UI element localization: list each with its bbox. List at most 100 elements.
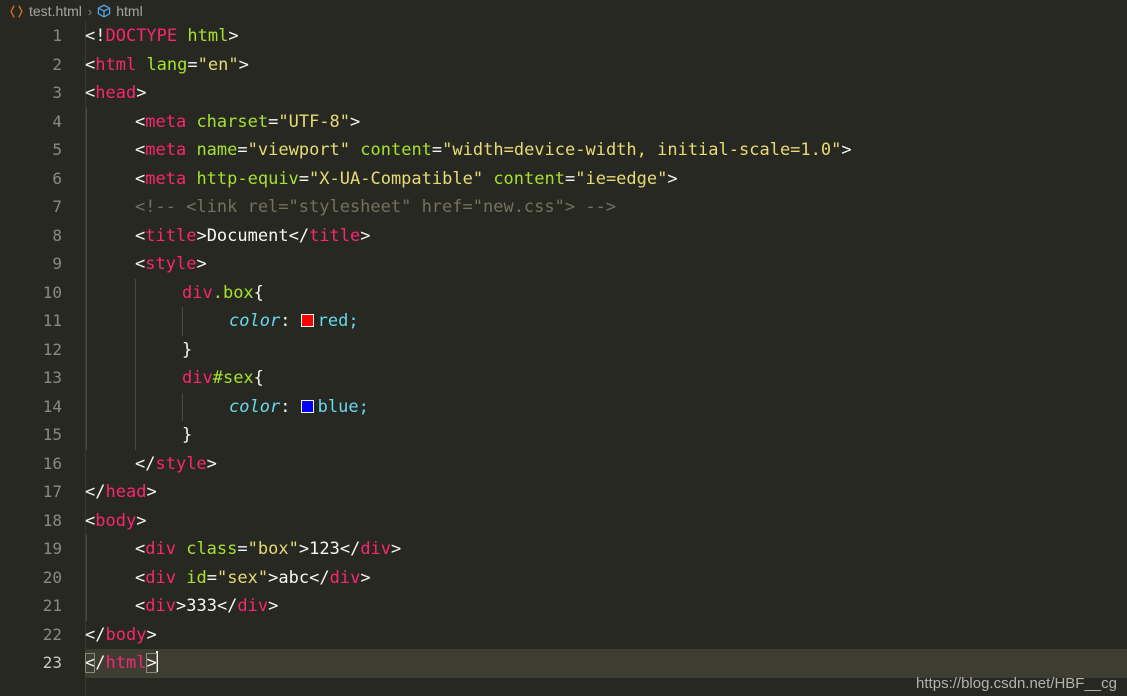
line-number: 17 <box>42 482 62 501</box>
token-tag: meta <box>145 140 187 160</box>
code-line[interactable]: 17 </head> <box>0 478 1127 507</box>
code-line[interactable]: 22 </body> <box>0 621 1127 650</box>
line-content: <meta charset="UTF-8"> <box>135 108 360 137</box>
token-selector-element: div <box>182 282 213 303</box>
token-attr: charset <box>186 111 269 132</box>
line-number: 23 <box>42 653 62 672</box>
code-line[interactable]: 7 <!-- <link rel="stylesheet" href="new.… <box>0 193 1127 222</box>
line-number: 14 <box>42 396 62 416</box>
code-line[interactable]: 21 <div>333</div> <box>0 592 1127 621</box>
code-line[interactable]: 5 <meta name="viewport" content="width=d… <box>0 136 1127 165</box>
line-number: 3 <box>52 83 62 102</box>
token-quote: " <box>257 567 269 588</box>
token-value: UTF-8 <box>288 111 340 132</box>
token-punct: > <box>146 482 157 502</box>
token-tag: body <box>95 510 137 531</box>
token-punct: = <box>206 567 217 588</box>
code-line[interactable]: 18 <body> <box>0 507 1127 536</box>
token-value: box <box>257 539 289 559</box>
code-line[interactable]: 8 <title>Document</title> <box>0 222 1127 251</box>
token-punct: > <box>667 168 678 189</box>
token-tag: title <box>145 225 197 246</box>
breadcrumb: test.html › html <box>0 0 1127 22</box>
code-line[interactable]: 14 color: blue; <box>0 393 1127 422</box>
code-line[interactable]: 13 div#sex{ <box>0 364 1127 393</box>
token-quote: " <box>247 140 258 160</box>
token-quote: " <box>278 111 289 132</box>
line-content: </style> <box>135 450 217 479</box>
code-line[interactable]: 19 <div class="box">123</div> <box>0 535 1127 564</box>
token-quote: " <box>339 140 351 160</box>
token-punct: > <box>298 539 310 559</box>
token-quote: " <box>309 168 320 189</box>
token-tag: div <box>145 539 176 559</box>
line-content: div#sex{ <box>182 364 264 393</box>
token-tag: div <box>237 596 269 616</box>
breadcrumb-file-label[interactable]: test.html <box>29 3 82 19</box>
token-punct: ; <box>348 311 359 331</box>
token-punct: > <box>391 539 402 559</box>
token-slash: / <box>95 653 106 673</box>
code-line[interactable]: 20 <div id="sex">abc</div> <box>0 564 1127 593</box>
color-swatch-red[interactable] <box>300 314 314 327</box>
token-tag: meta <box>145 168 187 189</box>
token-tag: title <box>309 225 361 246</box>
token-brace: } <box>182 339 193 360</box>
token-punct: > <box>238 54 249 75</box>
token-css-property: color <box>229 311 281 331</box>
line-number: 8 <box>52 225 62 245</box>
code-line[interactable]: 12 } <box>0 336 1127 365</box>
token-quote: " <box>228 54 239 75</box>
token-text: Document <box>206 225 289 246</box>
line-number: 16 <box>42 453 62 473</box>
token-punct: = <box>187 54 198 75</box>
code-line[interactable]: 6 <meta http-equiv="X-UA-Compatible" con… <box>0 165 1127 194</box>
breadcrumb-separator: › <box>87 3 93 19</box>
code-line[interactable]: 11 color: red; <box>0 307 1127 336</box>
token-text: abc <box>278 567 310 588</box>
line-number: 1 <box>52 26 62 45</box>
line-content: <html lang="en"> <box>85 51 249 80</box>
token-tag: div <box>145 567 176 588</box>
token-punct: < <box>135 168 146 189</box>
code-line[interactable]: 16 </style> <box>0 450 1127 479</box>
line-content: <title>Document</title> <box>135 222 371 251</box>
line-content: <!DOCTYPE html> <box>85 22 239 51</box>
token-punct: < <box>85 54 96 75</box>
code-line[interactable]: 9 <style> <box>0 250 1127 279</box>
line-number: 12 <box>42 339 62 359</box>
token-punct: = <box>237 140 248 160</box>
token-attr: http-equiv <box>186 168 299 189</box>
line-content: <div>333</div> <box>135 592 278 621</box>
token-brace: { <box>253 368 264 388</box>
token-punct: </ <box>85 624 106 645</box>
code-line[interactable]: 10 div.box{ <box>0 279 1127 308</box>
code-line[interactable]: 2 <html lang="en"> <box>0 51 1127 80</box>
token-selector-class: .box <box>212 282 254 303</box>
line-content: </body> <box>85 621 157 650</box>
line-number: 13 <box>42 368 62 387</box>
code-line[interactable]: 3 <head> <box>0 79 1127 108</box>
token-punct: < <box>135 254 146 274</box>
token-punct: : <box>280 311 301 331</box>
code-line-active[interactable]: 23 </html> <box>0 649 1127 678</box>
code-line[interactable]: 4 <meta charset="UTF-8"> <box>0 108 1127 137</box>
token-text: 123 <box>309 539 340 559</box>
token-punct: > <box>268 596 279 616</box>
code-editor: test.html › html 1 <!DOCTYPE html> 2 <ht… <box>0 0 1127 696</box>
breadcrumb-symbol-label[interactable]: html <box>116 3 142 19</box>
code-surface[interactable]: 1 <!DOCTYPE html> 2 <html lang="en"> 3 <… <box>0 22 1127 696</box>
token-value: ie=edge <box>585 168 658 189</box>
token-punct: </ <box>135 453 156 474</box>
color-swatch-blue[interactable] <box>300 399 314 413</box>
token-punct: > <box>350 111 361 132</box>
line-content: <div class="box">123</div> <box>135 535 401 564</box>
code-line[interactable]: 15 } <box>0 421 1127 450</box>
line-content: <div id="sex">abc</div> <box>135 564 371 593</box>
token-value: X-UA-Compatible <box>319 168 473 189</box>
token-punct: > <box>175 596 187 616</box>
watermark: https://blog.csdn.net/HBF__cg <box>916 675 1117 692</box>
token-punct: = <box>237 539 248 559</box>
line-number: 11 <box>42 311 62 330</box>
code-line[interactable]: 1 <!DOCTYPE html> <box>0 22 1127 51</box>
